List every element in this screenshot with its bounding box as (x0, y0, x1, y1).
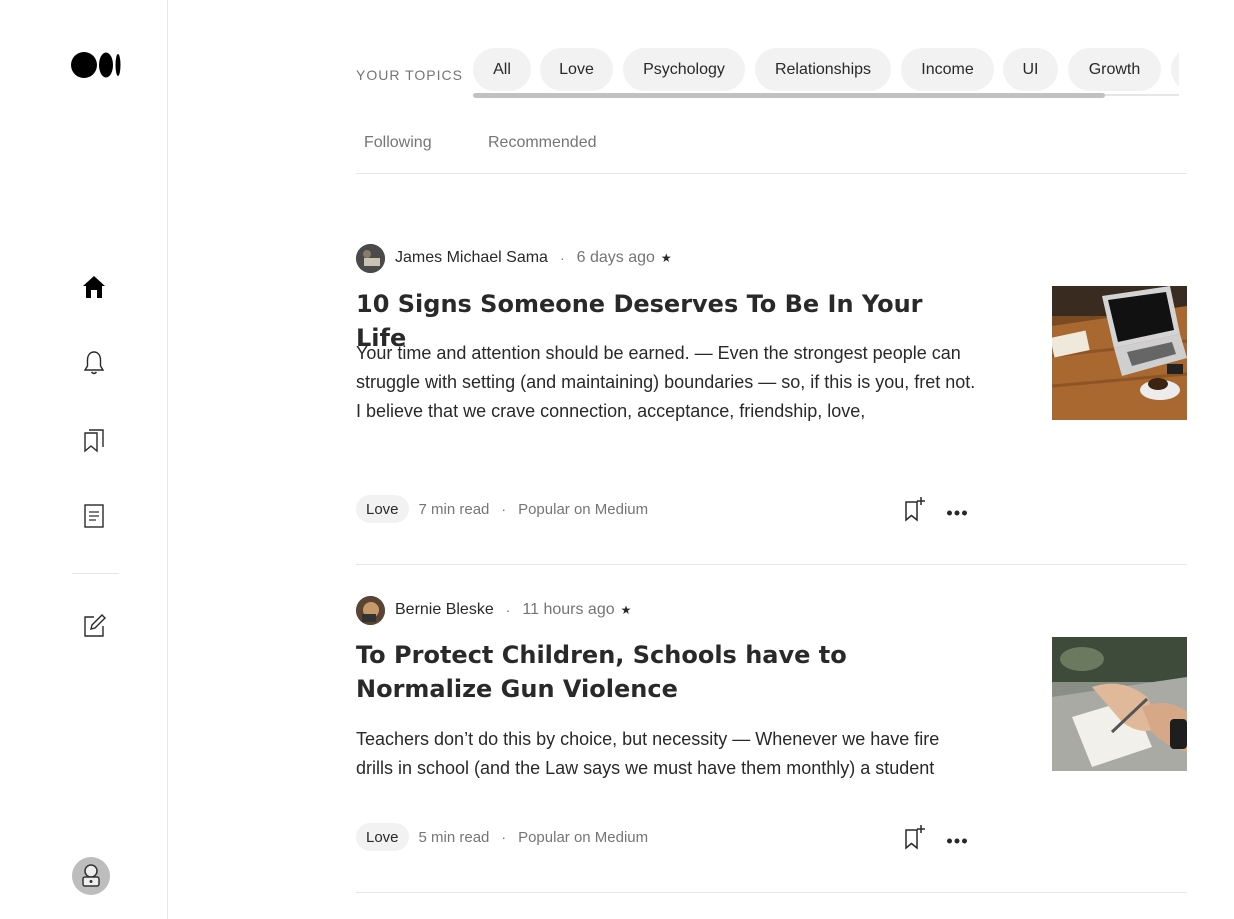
article-meta: Love 5 min read · Popular on Medium (356, 823, 971, 851)
topic-pill-love[interactable]: Love (540, 48, 613, 91)
sidebar-divider (72, 573, 119, 574)
stories-icon[interactable] (80, 502, 108, 530)
bookmark-add-icon[interactable] (903, 496, 927, 522)
article-title[interactable]: To Protect Children, Schools have to Nor… (356, 638, 976, 706)
home-icon[interactable] (80, 273, 108, 301)
article-card: Bernie Bleske · 11 hours ago ★ To Protec… (356, 595, 1187, 893)
topic-pill-all[interactable]: All (473, 48, 531, 91)
user-avatar[interactable] (72, 857, 110, 895)
topics-bar: YOUR TOPICS All Love Psychology Relation… (356, 48, 1187, 100)
topic-tag[interactable]: Love (356, 495, 409, 523)
topic-pill-psychology[interactable]: Psychology (623, 48, 745, 91)
topic-pill-next[interactable] (1171, 48, 1179, 91)
popular-label: Popular on Medium (518, 500, 649, 518)
popular-label: Popular on Medium (518, 828, 649, 846)
topics-label: YOUR TOPICS (356, 67, 463, 83)
author-row: Bernie Bleske · 11 hours ago ★ (356, 595, 632, 625)
sidebar (0, 0, 168, 919)
medium-logo[interactable] (71, 50, 123, 80)
author-name[interactable]: James Michael Sama (395, 249, 548, 267)
separator-dot: · (505, 602, 511, 618)
read-time: 7 min read (418, 500, 490, 518)
bell-icon[interactable] (80, 349, 108, 377)
write-icon[interactable] (80, 612, 108, 640)
article-thumbnail[interactable] (1052, 286, 1187, 420)
member-star-icon: ★ (660, 251, 672, 265)
article-excerpt[interactable]: Teachers don’t do this by choice, but ne… (356, 725, 981, 783)
topics-scroller[interactable]: All Love Psychology Relationships Income… (473, 48, 1179, 100)
article-card: James Michael Sama · 6 days ago ★ 10 Sig… (356, 243, 1187, 565)
topic-pill-income[interactable]: Income (901, 48, 994, 91)
member-star-icon: ★ (620, 603, 632, 617)
feed-tabs: Following Recommended (356, 132, 1187, 174)
separator-dot: · (559, 250, 565, 266)
author-name[interactable]: Bernie Bleske (395, 601, 494, 619)
time-ago: 6 days ago (576, 249, 655, 266)
article-thumbnail[interactable] (1052, 637, 1187, 771)
topic-tag[interactable]: Love (356, 823, 409, 851)
separator-dot: · (501, 829, 507, 845)
topic-pill-growth[interactable]: Growth (1068, 48, 1161, 91)
tab-following[interactable]: Following (364, 134, 432, 152)
time-ago: 11 hours ago (522, 601, 615, 618)
author-row: James Michael Sama · 6 days ago ★ (356, 243, 672, 273)
article-meta: Love 7 min read · Popular on Medium (356, 495, 971, 523)
author-avatar[interactable] (356, 243, 385, 273)
author-avatar[interactable] (356, 595, 385, 625)
topic-pill-ui[interactable]: UI (1003, 48, 1058, 91)
topics-scrollbar[interactable] (473, 93, 1105, 98)
article-excerpt[interactable]: Your time and attention should be earned… (356, 339, 981, 426)
bookmarks-icon[interactable] (80, 426, 108, 454)
separator-dot: · (501, 501, 507, 517)
tab-recommended[interactable]: Recommended (488, 134, 597, 152)
more-options-icon[interactable] (946, 833, 968, 844)
bookmark-add-icon[interactable] (903, 824, 927, 850)
topic-pill-relationships[interactable]: Relationships (755, 48, 891, 91)
read-time: 5 min read (418, 828, 490, 846)
more-options-icon[interactable] (946, 505, 968, 516)
